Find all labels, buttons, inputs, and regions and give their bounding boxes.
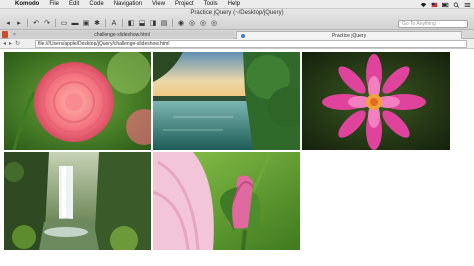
toolbar-separator [122, 19, 123, 27]
right-pane-icon[interactable]: ◨ [149, 19, 157, 27]
pink-dahlia-image[interactable] [4, 52, 151, 150]
toolbar-separator [172, 19, 173, 27]
menu-app-name[interactable]: Komodo [10, 0, 44, 9]
page-content [0, 50, 474, 266]
wifi-icon[interactable] [420, 2, 427, 8]
play-icon[interactable]: ◎ [188, 19, 196, 27]
menu-tools[interactable]: Tools [199, 0, 223, 9]
toolbar-separator [55, 19, 56, 27]
tab-practice-jquery[interactable]: Practice jQuery [236, 31, 462, 39]
address-bar: ◂ ▸ ↻ file:///Users/apple/Desktop/jQuery… [0, 39, 474, 49]
reload-icon[interactable]: ↻ [15, 40, 20, 47]
toolbar-separator [105, 19, 106, 27]
menu-edit[interactable]: Edit [64, 0, 84, 9]
undo-icon[interactable]: ↶ [32, 19, 40, 27]
waterfall-image[interactable] [4, 152, 151, 250]
pink-rosebud-image[interactable] [153, 152, 300, 250]
flag-icon[interactable] [431, 2, 438, 8]
record-icon[interactable]: ◉ [177, 19, 185, 27]
status-icons [420, 0, 471, 9]
preview-icon[interactable]: ▤ [160, 19, 168, 27]
battery-icon[interactable] [442, 2, 449, 8]
redo-icon[interactable]: ↷ [43, 19, 51, 27]
browser-back-icon[interactable]: ◂ [3, 40, 6, 47]
bottom-pane-icon[interactable]: ⬓ [138, 19, 146, 27]
left-pane-icon[interactable]: ◧ [127, 19, 135, 27]
back-icon[interactable]: ◂ [4, 19, 12, 27]
komodo-pane-icon[interactable] [2, 31, 8, 38]
save-icon[interactable]: ▣ [82, 19, 90, 27]
magenta-flower-image[interactable] [302, 52, 450, 150]
tab-strip: × challenge-slideshow.html Practice jQue… [0, 30, 474, 39]
goto-anything-input[interactable]: Go To Anything [398, 20, 468, 28]
browser-nav: ◂ ▸ ↻ [3, 40, 20, 47]
tab-challenge-slideshow[interactable]: × challenge-slideshow.html [10, 31, 234, 39]
globe-icon [241, 34, 245, 38]
menu-help[interactable]: Help [223, 0, 245, 9]
menu-view[interactable]: View [147, 0, 170, 9]
window-title: Practice jQuery (~/Desktop/jQuery) [190, 10, 284, 16]
lake-sunset-image[interactable] [153, 52, 300, 150]
forward-icon[interactable]: ▸ [15, 19, 23, 27]
menu-project[interactable]: Project [170, 0, 199, 9]
menu-code[interactable]: Code [84, 0, 108, 9]
font-icon[interactable]: A [110, 19, 118, 27]
menu-bar: Komodo File Edit Code Navigation View Pr… [0, 0, 474, 9]
komodo-toolbar: Practice jQuery (~/Desktop/jQuery) ◂ ▸ ↶… [0, 9, 474, 30]
toolbar-separator [27, 19, 28, 27]
list-icon[interactable] [464, 2, 471, 8]
toolbar-buttons: ◂ ▸ ↶ ↷ ▭ ▬ ▣ ✱ A ◧ ⬓ ◨ ▤ ◉ ◎ ◎ ◎ [4, 19, 218, 27]
url-field[interactable]: file:///Users/apple/Desktop/jQuery/chall… [35, 40, 467, 48]
new-file-icon[interactable]: ▭ [60, 19, 68, 27]
browser-forward-icon[interactable]: ▸ [9, 40, 12, 47]
menu-navigation[interactable]: Navigation [109, 0, 147, 9]
search-icon[interactable] [453, 2, 460, 8]
macro-icon[interactable]: ◎ [210, 19, 218, 27]
stop-icon[interactable]: ◎ [199, 19, 207, 27]
open-folder-icon[interactable]: ▬ [71, 19, 79, 27]
close-tab-icon[interactable]: × [13, 31, 16, 39]
menu-file[interactable]: File [44, 0, 64, 9]
debug-icon[interactable]: ✱ [93, 19, 101, 27]
tab-label: challenge-slideshow.html [94, 32, 150, 38]
